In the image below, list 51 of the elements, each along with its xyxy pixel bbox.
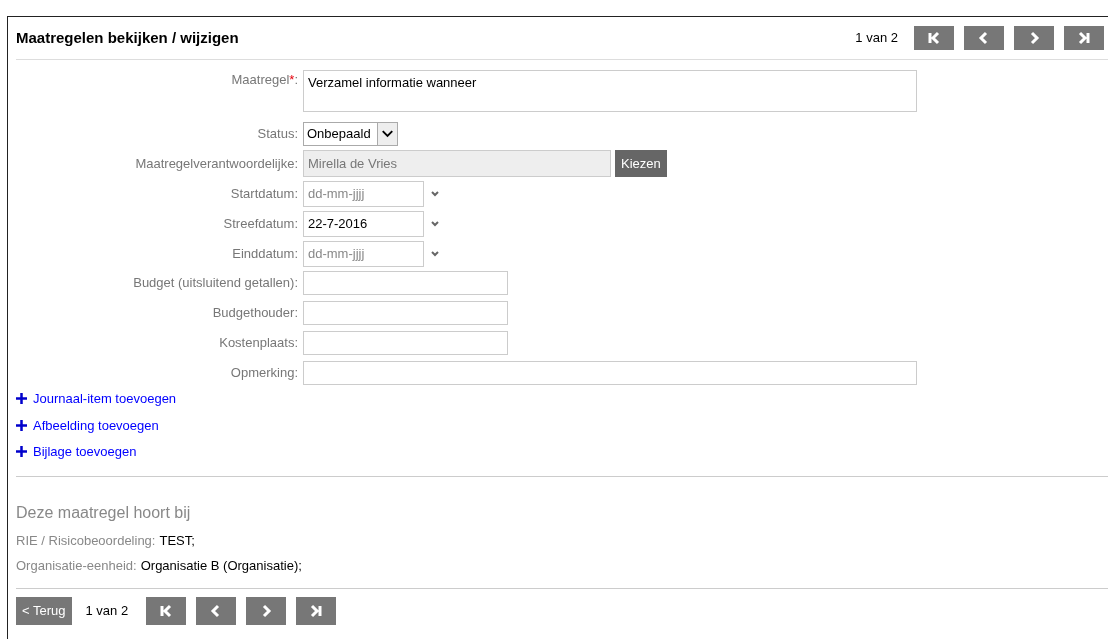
field-label: Maatregel bbox=[231, 72, 290, 87]
input-field[interactable] bbox=[303, 331, 508, 355]
relation-value: Organisatie B (Organisatie); bbox=[140, 557, 302, 575]
plus-icon bbox=[16, 419, 27, 431]
page-counter: 1 van 2 bbox=[85, 601, 129, 620]
relation-label: Organisatie-eenheid: bbox=[16, 557, 137, 575]
date-field[interactable]: dd-mm-jjjj bbox=[303, 241, 424, 267]
field-label: Budgethouder: bbox=[212, 305, 298, 321]
date-field[interactable]: 22-7-2016 bbox=[303, 211, 424, 237]
pager-button[interactable] bbox=[914, 26, 954, 50]
pager-button[interactable] bbox=[296, 596, 337, 625]
field-label: Budget (uitsluitend getallen): bbox=[133, 275, 298, 291]
pager-button[interactable] bbox=[196, 596, 237, 625]
input-field[interactable] bbox=[303, 271, 508, 295]
text-area[interactable]: Verzamel informatie wanneer bbox=[303, 70, 917, 112]
field-label: Status: bbox=[257, 126, 298, 142]
field-label: Einddatum: bbox=[232, 246, 298, 262]
pager-button[interactable] bbox=[246, 596, 287, 625]
field-label: Kostenplaats: bbox=[219, 335, 298, 351]
plus-icon bbox=[16, 393, 27, 405]
page-counter: 1 van 2 bbox=[855, 29, 898, 48]
chevron-down-icon[interactable] bbox=[430, 190, 440, 198]
chevron-down-icon[interactable] bbox=[430, 250, 440, 258]
add-link[interactable]: Afbeelding toevoegen bbox=[16, 415, 159, 435]
colon: : bbox=[294, 72, 298, 87]
section-heading: Deze maatregel hoort bij bbox=[16, 502, 192, 523]
skip-end-icon bbox=[1077, 31, 1091, 45]
add-link[interactable]: Journaal-item toevoegen bbox=[16, 389, 177, 409]
field-label: Maatregelverantwoordelijke: bbox=[135, 155, 298, 171]
caret-icon bbox=[376, 123, 397, 145]
field-label: Startdatum: bbox=[230, 186, 298, 202]
pager-button[interactable] bbox=[1014, 26, 1054, 50]
pager-button[interactable] bbox=[964, 26, 1004, 50]
input-field[interactable] bbox=[303, 361, 917, 385]
plus-icon bbox=[16, 446, 27, 458]
skip-start-icon bbox=[927, 31, 941, 45]
chevron-down-icon[interactable] bbox=[430, 220, 440, 228]
pager-button[interactable] bbox=[1064, 26, 1104, 50]
add-link[interactable]: Bijlage toevoegen bbox=[16, 442, 137, 462]
pager-button[interactable] bbox=[146, 596, 187, 625]
skip-start-icon bbox=[159, 603, 174, 618]
input-field[interactable] bbox=[303, 301, 508, 325]
field-label: Streefdatum: bbox=[223, 216, 298, 232]
field-label: Opmerking: bbox=[230, 365, 298, 381]
page-title: Maatregelen bekijken / wijzigen bbox=[16, 27, 239, 48]
back-button[interactable]: < Terug bbox=[16, 596, 72, 625]
relation-label: RIE / Risicobeoordeling: bbox=[16, 531, 156, 550]
relation-value: TEST; bbox=[159, 531, 195, 550]
skip-end-icon bbox=[309, 603, 324, 618]
date-field[interactable]: dd-mm-jjjj bbox=[303, 181, 424, 207]
status-dropdown[interactable]: Onbepaald bbox=[303, 122, 398, 146]
